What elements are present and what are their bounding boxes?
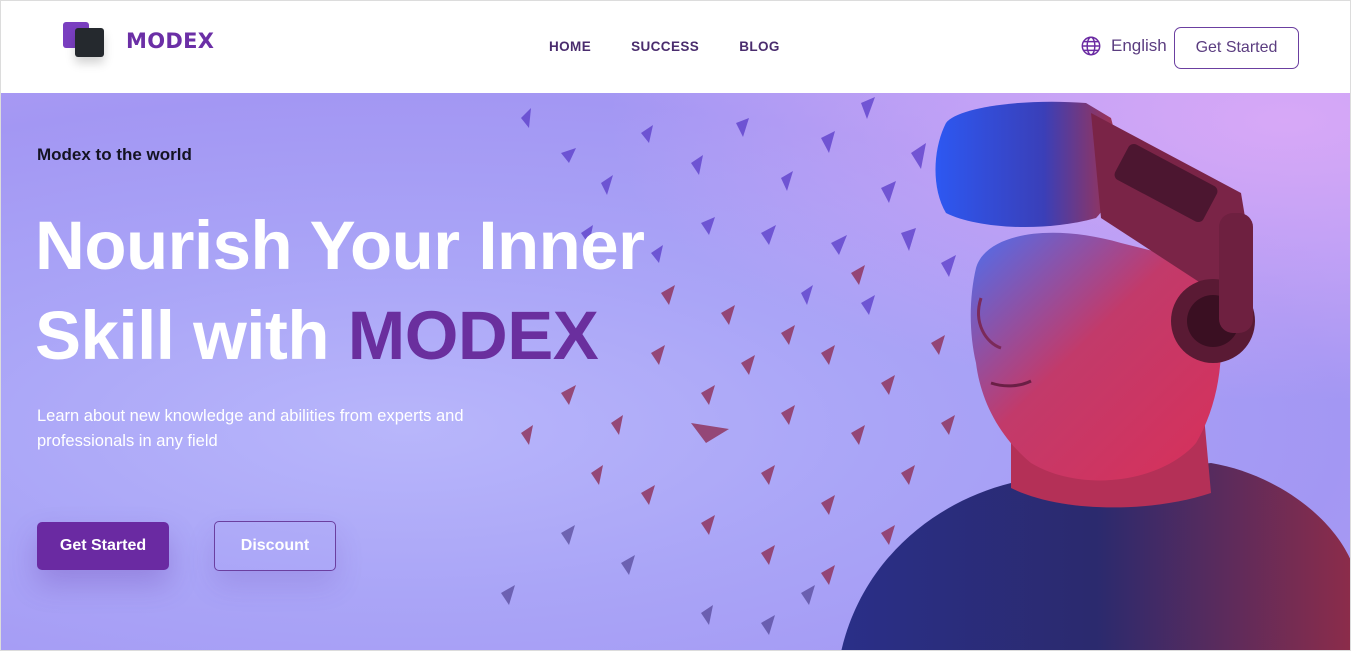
nav-item-home[interactable]: HOME [549,39,591,54]
hero-subtitle: Learn about new knowledge and abilities … [37,407,464,450]
headline-brand: MODEX [347,297,599,374]
hero-discount-button[interactable]: Discount [214,521,336,571]
hero-get-started-button[interactable]: Get Started [37,522,169,570]
language-selector[interactable]: English [1080,35,1167,57]
page: MODEX HOME SUCCESS BLOG English Get Star… [0,0,1351,651]
nav-item-blog[interactable]: BLOG [739,39,780,54]
headline-line-2-prefix: Skill with [35,297,348,374]
main-nav: HOME SUCCESS BLOG [549,39,780,54]
logo-mark-icon [61,20,107,62]
brand-name: MODEX [126,29,215,53]
site-header: MODEX HOME SUCCESS BLOG English Get Star… [1,1,1350,93]
hero-headline: Nourish Your Inner Skill with MODEX [35,201,795,381]
headline-line-1: Nourish Your Inner [35,207,645,284]
brand-logo[interactable]: MODEX [61,19,221,63]
header-get-started-button[interactable]: Get Started [1174,27,1299,69]
globe-icon [1081,36,1101,56]
language-label: English [1111,36,1167,55]
hero-section: Modex to the world Nourish Your Inner Sk… [1,93,1350,650]
nav-item-success[interactable]: SUCCESS [631,39,699,54]
hero-eyebrow: Modex to the world [37,145,192,164]
